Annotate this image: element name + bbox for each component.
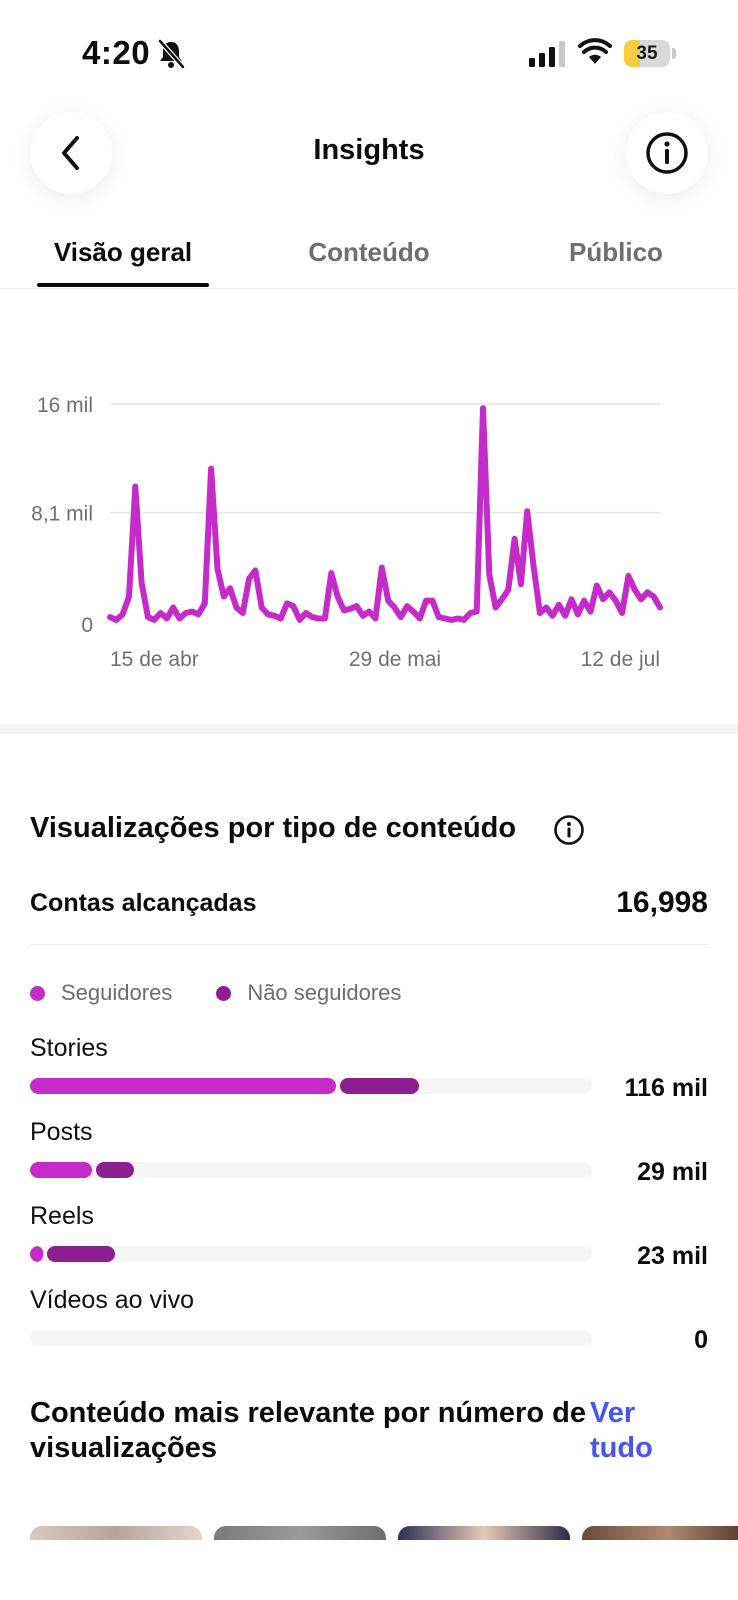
- x-tick-label: 29 de mai: [349, 648, 441, 671]
- tab-content[interactable]: Conteúdo: [283, 237, 455, 268]
- content-thumbnails: [30, 1526, 738, 1540]
- legend-item-followers: Seguidores: [30, 980, 172, 1006]
- followers-bar: [30, 1162, 92, 1178]
- tab-overview[interactable]: Visão geral: [37, 237, 209, 268]
- relevant-content-title: Conteúdo mais relevante por número de vi…: [30, 1397, 586, 1464]
- non-followers-bar: [95, 1162, 135, 1178]
- see-all-link[interactable]: Ver tudo: [590, 1396, 680, 1466]
- status-bar: 4:20 35: [0, 0, 738, 100]
- legend-dot: [30, 985, 45, 1001]
- bar-track: [30, 1246, 592, 1262]
- content-thumbnail[interactable]: [582, 1526, 738, 1540]
- bell-muted-icon: [158, 39, 185, 69]
- legend: Seguidores Não seguidores: [30, 978, 445, 1008]
- row-value: 116 mil: [624, 1074, 708, 1102]
- x-tick-label: 12 de jul: [581, 648, 660, 671]
- info-button[interactable]: [626, 112, 708, 194]
- row-label: Vídeos ao vivo: [30, 1286, 194, 1314]
- legend-item-non-followers: Não seguidores: [216, 980, 401, 1006]
- row-label: Reels: [30, 1202, 94, 1230]
- battery-level: 35: [636, 43, 658, 64]
- legend-label: Seguidores: [61, 980, 173, 1005]
- content-thumbnail[interactable]: [214, 1526, 386, 1540]
- bar-track: [30, 1330, 592, 1346]
- views-line-chart: 16 mil 8,1 mil 0 15 de abr 29 de mai 12 de ju…: [0, 370, 738, 690]
- accounts-reached-label: Contas alcançadas: [30, 889, 257, 917]
- row-value: 29 mil: [637, 1158, 708, 1186]
- tab-bar: Visão geral Conteúdo Público: [0, 225, 738, 289]
- status-time: 4:20: [82, 34, 151, 71]
- divider: [30, 944, 708, 945]
- non-followers-bar: [47, 1246, 115, 1262]
- accounts-reached-value: 16,998: [616, 886, 708, 919]
- non-followers-bar: [340, 1078, 419, 1094]
- content-type-row-stories: Stories 116 mil: [30, 1034, 708, 1104]
- legend-dot: [216, 985, 232, 1001]
- row-label: Posts: [30, 1118, 93, 1146]
- section-title: Visualizações por tipo de conteúdo: [30, 812, 517, 844]
- content-thumbnail[interactable]: [30, 1526, 202, 1540]
- battery-indicator: 35: [624, 40, 676, 67]
- info-icon: [646, 132, 688, 174]
- followers-bar: [30, 1246, 44, 1262]
- legend-label: Não seguidores: [247, 980, 402, 1005]
- info-icon[interactable]: [553, 814, 585, 846]
- content-thumbnail[interactable]: [398, 1526, 570, 1540]
- y-tick-label: 0: [81, 614, 93, 637]
- content-type-row-posts: Posts 29 mil: [30, 1118, 708, 1188]
- row-value: 23 mil: [637, 1242, 708, 1270]
- section-divider: [0, 724, 738, 734]
- y-tick-label: 8,1 mil: [31, 503, 93, 526]
- content-type-row-live-videos: Vídeos ao vivo 0: [30, 1286, 708, 1356]
- series-line: [107, 405, 663, 623]
- row-value: 0: [694, 1326, 708, 1354]
- wifi-icon: [578, 38, 612, 64]
- tab-audience[interactable]: Público: [530, 237, 702, 268]
- active-tab-indicator: [37, 283, 209, 287]
- cellular-signal-icon: [529, 41, 565, 67]
- x-tick-label: 15 de abr: [110, 648, 199, 671]
- y-tick-label: 16 mil: [37, 394, 93, 417]
- followers-bar: [30, 1078, 337, 1094]
- bar-track: [30, 1162, 592, 1178]
- row-label: Stories: [30, 1034, 108, 1062]
- content-type-row-reels: Reels 23 mil: [30, 1202, 708, 1272]
- bar-track: [30, 1078, 592, 1094]
